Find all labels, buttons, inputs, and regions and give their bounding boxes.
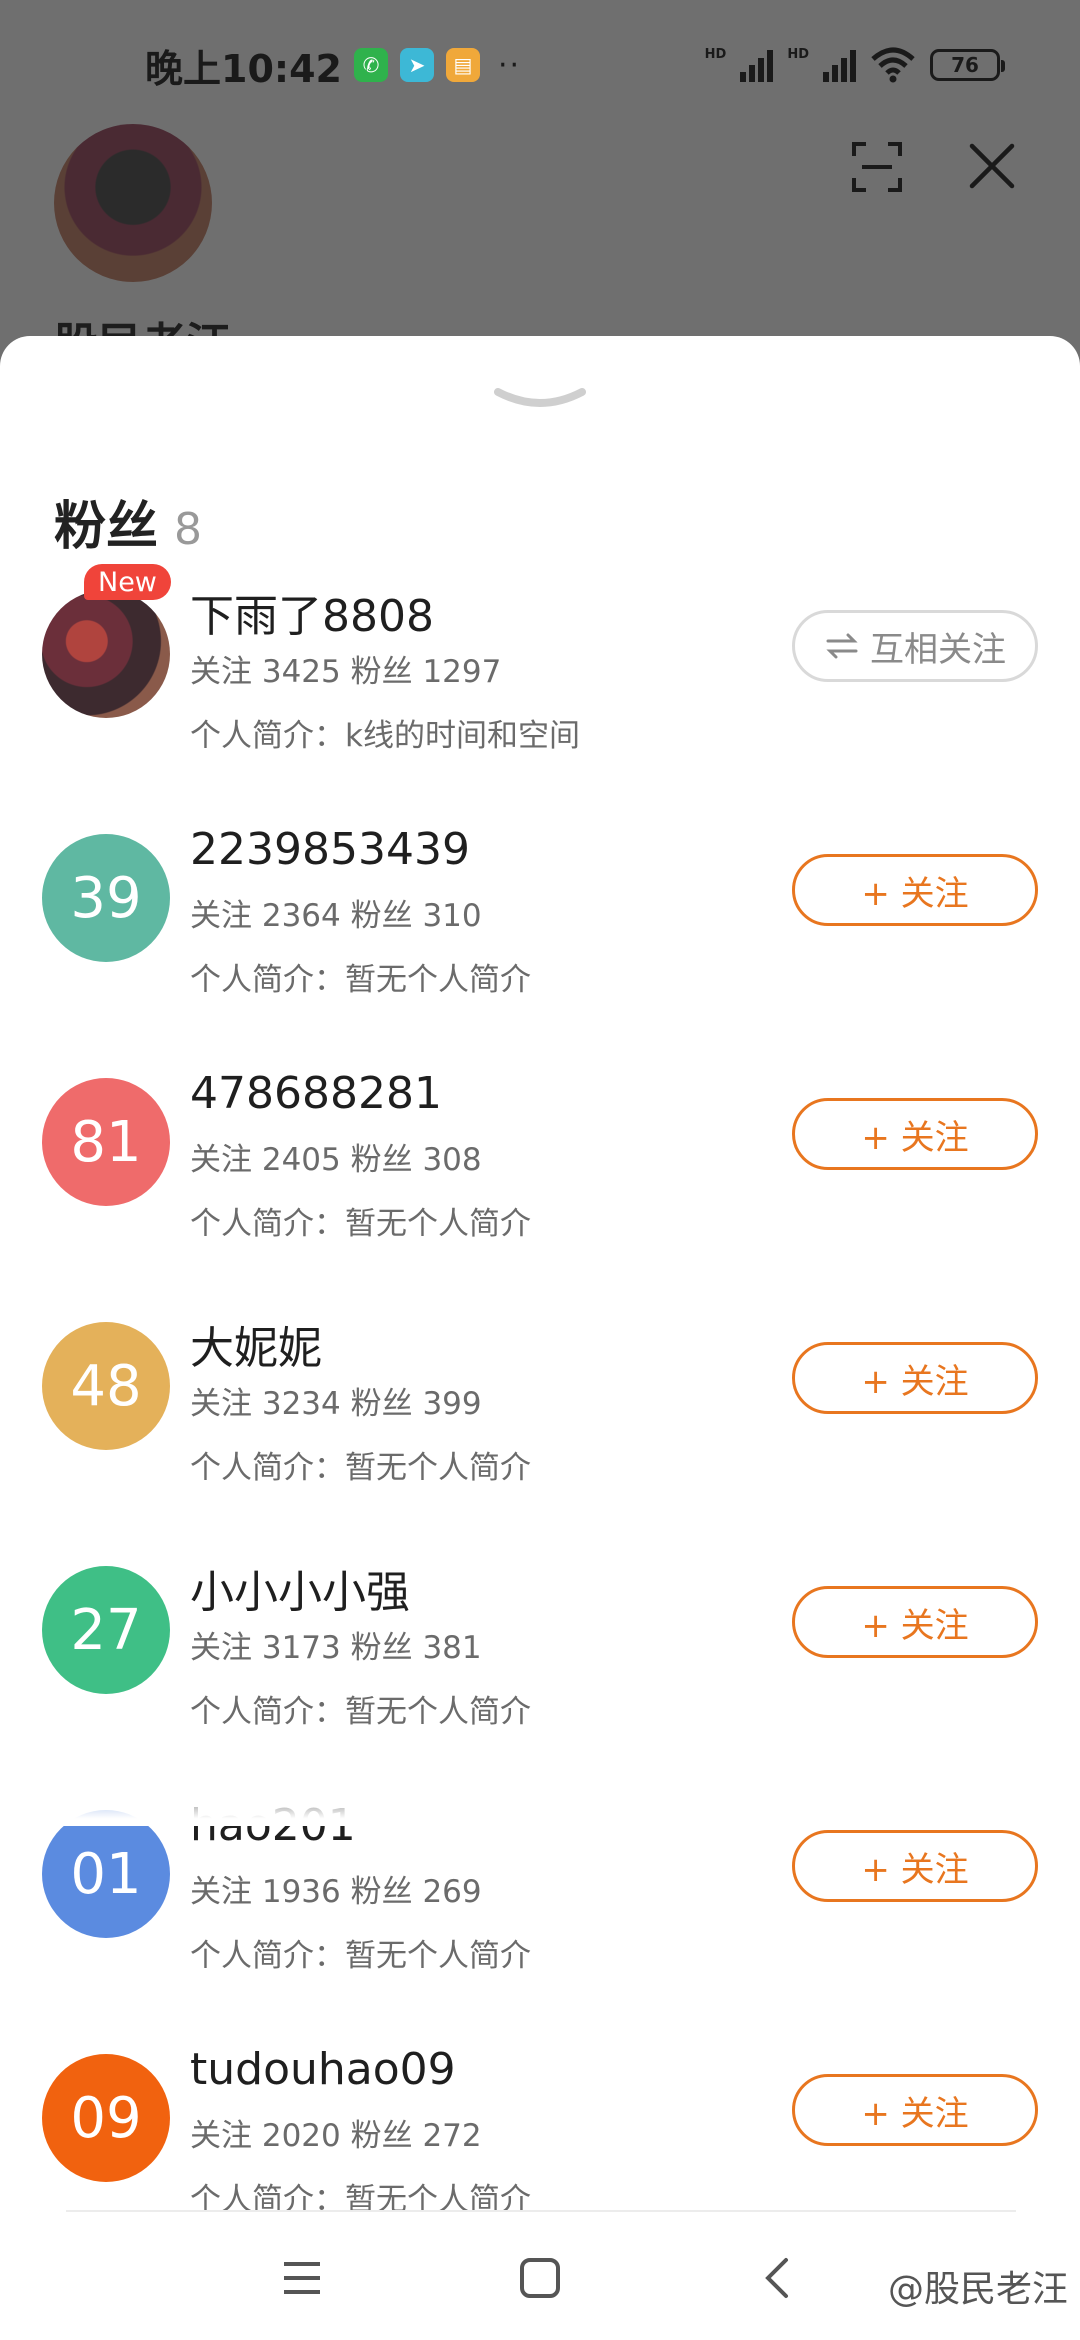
fan-row[interactable]: 48 大妮妮关注 3234 粉丝 399 个人简介：暂无个人简介 + 关注: [0, 1302, 1080, 1546]
follow-button[interactable]: + 关注: [792, 2074, 1038, 2146]
hd-label-2: HD: [787, 47, 809, 62]
follow-button[interactable]: + 关注: [792, 854, 1038, 926]
fan-avatar[interactable]: 81: [42, 1078, 170, 1206]
menu-icon[interactable]: [278, 2254, 326, 2302]
fan-name[interactable]: 小小小小强: [190, 1556, 410, 1620]
follow-button[interactable]: + 关注: [792, 1586, 1038, 1658]
fan-bio: 个人简介：暂无个人简介: [190, 1206, 531, 1242]
fan-stats: 关注 1936 粉丝 269: [190, 1874, 482, 1910]
close-icon[interactable]: [966, 140, 1018, 192]
sheet-title: 粉丝 8: [54, 484, 202, 559]
fan-bio: 个人简介：暂无个人简介: [190, 962, 531, 998]
fan-bio: 个人简介：暂无个人简介: [190, 1938, 531, 1974]
fan-stats: 关注 3234 粉丝 399: [190, 1386, 482, 1422]
fan-row[interactable]: New 下雨了8808 关注 3425 粉丝 1297 个人简介：k线的时间和空间 互相…: [0, 564, 1080, 814]
button-label: 互相关注: [870, 629, 1006, 670]
swap-icon: [826, 633, 858, 659]
phone-app-icon: ✆: [353, 48, 388, 82]
fan-name[interactable]: 478688281: [190, 1068, 442, 1119]
status-time: 晚上10:42: [145, 46, 342, 91]
button-label: + 关注: [861, 873, 969, 914]
fans-count: 8: [174, 504, 203, 555]
collapse-handle-icon[interactable]: [494, 384, 586, 416]
new-badge: New: [84, 564, 171, 600]
button-label: + 关注: [861, 1605, 969, 1646]
follow-button[interactable]: + 关注: [792, 1098, 1038, 1170]
fan-name[interactable]: tudouhao09: [190, 2044, 456, 2095]
follow-button[interactable]: + 关注: [792, 1342, 1038, 1414]
status-right: HD HD 76: [704, 47, 1005, 83]
signal-icon-2: [823, 48, 856, 82]
fans-title: 粉丝: [54, 497, 159, 557]
hd-label: HD: [704, 47, 727, 62]
send-app-icon: ➤: [399, 48, 434, 82]
fan-stats: 关注 2020 粉丝 272: [190, 2118, 482, 2154]
fan-avatar[interactable]: 48: [42, 1322, 170, 1450]
fan-bio: 个人简介：暂无个人简介: [190, 1450, 531, 1486]
fan-stats: 关注 3173 粉丝 381: [190, 1630, 482, 1666]
button-label: + 关注: [861, 2093, 969, 2134]
fan-name[interactable]: 2239853439: [190, 824, 470, 875]
fan-avatar[interactable]: [42, 590, 170, 718]
fan-avatar[interactable]: 09: [42, 2054, 170, 2182]
profile-avatar[interactable]: [54, 124, 212, 282]
follow-button[interactable]: + 关注: [792, 1830, 1038, 1902]
fan-avatar[interactable]: 27: [42, 1566, 170, 1694]
home-icon[interactable]: [516, 2254, 564, 2302]
fan-stats: 关注 3425 粉丝 1297: [190, 654, 502, 690]
message-app-icon: ▤: [445, 48, 480, 82]
button-label: + 关注: [861, 1117, 969, 1158]
fan-row[interactable]: 81 478688281 关注 2405 粉丝 308 个人简介：暂无个人简介 + 关注: [0, 1058, 1080, 1302]
list-fade: [0, 1776, 1080, 1826]
fan-bio: 个人简介：k线的时间和空间: [190, 718, 580, 754]
back-icon[interactable]: [754, 2254, 802, 2302]
scan-icon[interactable]: [850, 140, 904, 194]
fans-list: New 下雨了8808 关注 3425 粉丝 1297 个人简介：k线的时间和空间 互相…: [0, 564, 1080, 2278]
fans-sheet: 粉丝 8 New 下雨了8808 关注 3425 粉丝 1297 个人简介：k线的时间…: [0, 336, 1080, 2340]
fan-bio: 个人简介：暂无个人简介: [190, 1694, 531, 1730]
battery-level: 76: [951, 53, 979, 77]
fan-row[interactable]: 27 小小小小强关注 3173 粉丝 381 个人简介：暂无个人简介 + 关注: [0, 1546, 1080, 1790]
mutual-follow-button[interactable]: 互相关注: [792, 610, 1038, 682]
fan-row[interactable]: 39 2239853439 关注 2364 粉丝 310 个人简介：暂无个人简介 + 关…: [0, 814, 1080, 1058]
watermark-text: @股民老汪: [887, 2269, 1068, 2310]
button-label: + 关注: [861, 1361, 969, 1402]
wifi-icon: [871, 47, 915, 83]
status-bar: 晚上10:42 ✆ ➤ ▤ ·· HD HD 76: [0, 0, 1080, 130]
fan-avatar[interactable]: 39: [42, 834, 170, 962]
watermark: @股民老汪: [888, 2260, 1068, 2312]
fan-name[interactable]: 下雨了8808: [190, 580, 434, 644]
more-notifications-icon: ··: [497, 47, 522, 83]
fan-stats: 关注 2405 粉丝 308: [190, 1142, 482, 1178]
fan-name[interactable]: 大妮妮: [190, 1312, 322, 1376]
button-label: + 关注: [861, 1849, 969, 1890]
battery-icon: 76: [930, 49, 1005, 81]
signal-icon: [740, 48, 774, 82]
fan-avatar[interactable]: 01: [42, 1810, 170, 1938]
fan-row[interactable]: 01hao201关注 1936 粉丝 269个人简介：暂无个人简介+ 关注: [0, 1790, 1080, 2034]
fan-stats: 关注 2364 粉丝 310: [190, 898, 482, 934]
